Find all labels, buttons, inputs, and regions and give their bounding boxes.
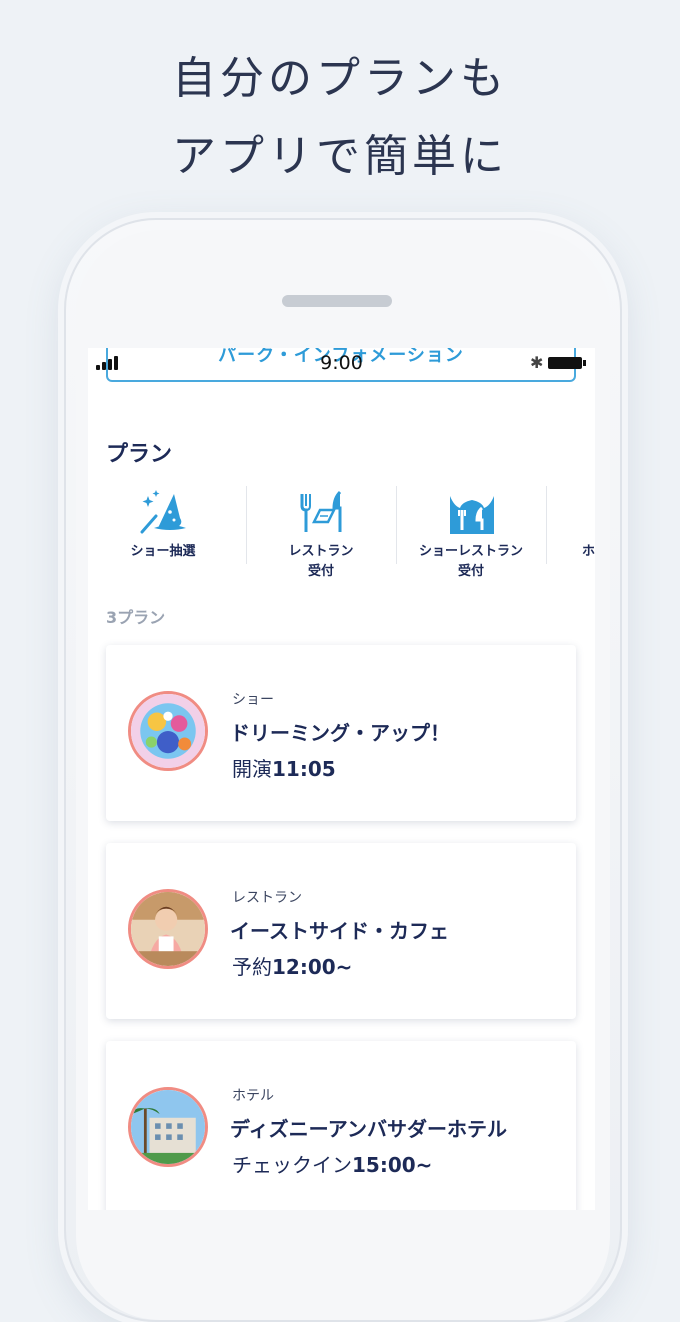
- plan-detail-value: 12:00~: [272, 955, 353, 979]
- headline: 自分のプランも アプリで簡単に: [0, 40, 680, 196]
- bluetooth-icon: ✱: [530, 353, 544, 372]
- category-label: ショーレストラン: [418, 544, 523, 559]
- plan-thumbnail: [128, 889, 208, 969]
- plan-card-hotel[interactable]: ホテル ディズニーアンバサダーホテル チェックイン15:00~: [106, 1041, 576, 1210]
- status-time: 9:00: [320, 352, 363, 374]
- plan-name: ディズニーアンバサダーホテル: [230, 1117, 507, 1141]
- plan-name: イーストサイド・カフェ: [230, 919, 449, 943]
- category-label: ホ: [582, 544, 595, 559]
- category-label: レストラン: [288, 544, 354, 559]
- category-restaurant[interactable]: レストラン 受付: [246, 486, 396, 586]
- plan-detail-prefix: チェックイン: [232, 1153, 352, 1177]
- plan-card-restaurant[interactable]: レストラン イーストサイド・カフェ 予約12:00~: [106, 843, 576, 1019]
- status-bar: 9:00 ✱: [88, 348, 595, 378]
- plan-category: ショー: [232, 692, 274, 708]
- show-restaurant-icon: [448, 488, 496, 536]
- category-hotel[interactable]: ホ: [546, 486, 595, 586]
- battery-icon: [548, 357, 586, 369]
- plan-thumbnail: [128, 1087, 208, 1167]
- plan-detail-value: 11:05: [272, 757, 336, 781]
- category-label-sub: 受付: [457, 564, 484, 579]
- plan-detail: 予約12:00~: [232, 951, 352, 980]
- headline-line1: 自分のプランも: [172, 53, 508, 104]
- plan-category-row: ショー抽選 レストラン 受付 ショーレストラン 受付 ホ: [88, 486, 595, 586]
- plan-thumbnail: [128, 691, 208, 771]
- plan-detail: チェックイン15:00~: [232, 1149, 432, 1178]
- phone-speaker: [282, 295, 392, 307]
- restaurant-icon: [298, 488, 346, 536]
- category-show-restaurant[interactable]: ショーレストラン 受付: [396, 486, 546, 586]
- category-label: ショー抽選: [130, 544, 196, 559]
- plan-detail-value: 15:00~: [352, 1153, 433, 1177]
- plan-detail-prefix: 開演: [232, 757, 272, 781]
- plan-name: ドリーミング・アップ！: [230, 721, 450, 745]
- section-title: プラン: [106, 442, 173, 467]
- app-screen: パーク・インフォメーション 9:00 ✱ プラン ショー抽選 レストラン 受付 …: [88, 348, 595, 1210]
- plan-detail: 開演11:05: [232, 753, 336, 782]
- plan-category: ホテル: [232, 1088, 274, 1104]
- category-label-sub: 受付: [307, 564, 334, 579]
- category-show-lottery[interactable]: ショー抽選: [88, 486, 238, 586]
- plan-count: 3プラン: [106, 608, 166, 627]
- headline-line2: アプリで簡単に: [172, 131, 508, 182]
- plan-detail-prefix: 予約: [232, 955, 272, 979]
- plan-card-show[interactable]: ショー ドリーミング・アップ！ 開演11:05: [106, 645, 576, 821]
- magic-hat-icon: [140, 488, 188, 536]
- plan-category: レストラン: [232, 890, 302, 906]
